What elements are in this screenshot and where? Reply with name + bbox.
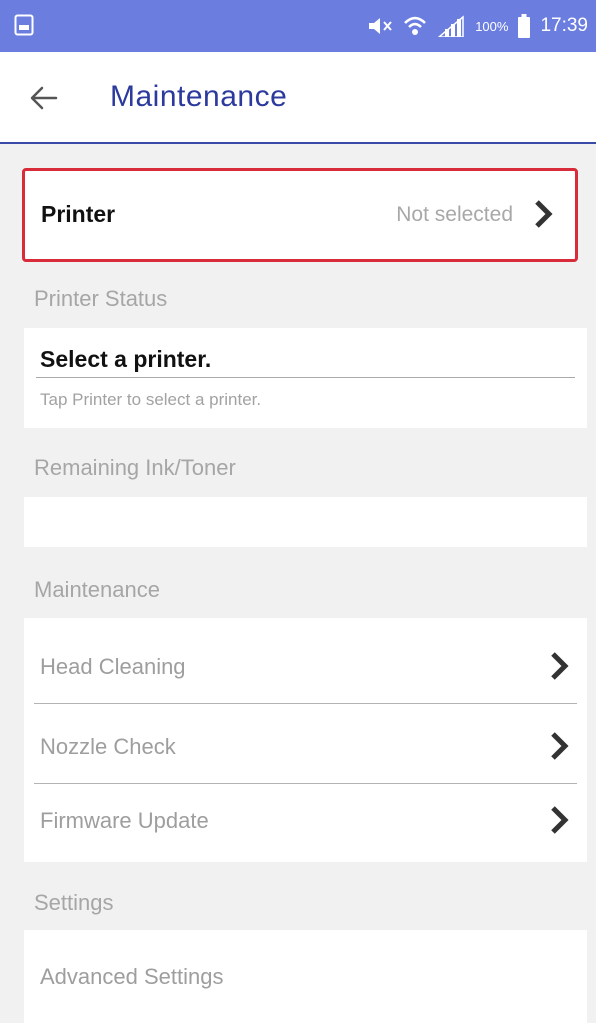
battery-percent: 100% <box>475 18 509 34</box>
printer-status-heading: Select a printer. <box>40 346 212 372</box>
battery-icon <box>518 14 531 38</box>
clock: 17:39 <box>540 15 588 36</box>
page-title: Maintenance <box>110 80 288 113</box>
mute-icon <box>369 18 392 34</box>
maintenance-card: Head Cleaning Nozzle Check Firmware Upda… <box>24 618 587 862</box>
settings-header: Settings <box>34 890 114 915</box>
app-bar: Maintenance <box>0 52 596 144</box>
divider <box>36 377 575 378</box>
advanced-settings-label: Advanced Settings <box>40 964 224 989</box>
advanced-settings-item[interactable]: Advanced Settings <box>24 930 587 1023</box>
wifi-icon <box>404 16 427 35</box>
signal-icon <box>438 15 464 37</box>
printer-status-card: Select a printer. Tap Printer to select … <box>24 328 587 428</box>
ink-header: Remaining Ink/Toner <box>34 455 236 480</box>
nozzle-check-label: Nozzle Check <box>40 734 176 759</box>
head-cleaning-label: Head Cleaning <box>40 654 186 679</box>
ink-level-card <box>24 497 587 547</box>
firmware-update-label: Firmware Update <box>40 808 209 833</box>
printer-select-row[interactable]: Printer Not selected <box>22 168 578 262</box>
chevron-right-icon <box>551 806 569 834</box>
chevron-right-icon <box>551 732 569 760</box>
printer-value: Not selected <box>396 203 513 226</box>
printer-status-header: Printer Status <box>34 286 168 311</box>
status-bar: 100% 17:39 <box>0 0 596 52</box>
nozzle-check-item[interactable]: Nozzle Check <box>24 704 587 784</box>
printer-label: Printer <box>41 201 116 227</box>
firmware-update-item[interactable]: Firmware Update <box>24 778 587 858</box>
head-cleaning-item[interactable]: Head Cleaning <box>24 624 587 704</box>
chevron-right-icon <box>535 200 553 228</box>
maintenance-header: Maintenance <box>34 577 160 602</box>
back-arrow-icon[interactable] <box>28 82 60 114</box>
screenshot-notification-icon <box>14 14 34 36</box>
chevron-right-icon <box>551 652 569 680</box>
printer-status-subtext: Tap Printer to select a printer. <box>40 390 262 409</box>
